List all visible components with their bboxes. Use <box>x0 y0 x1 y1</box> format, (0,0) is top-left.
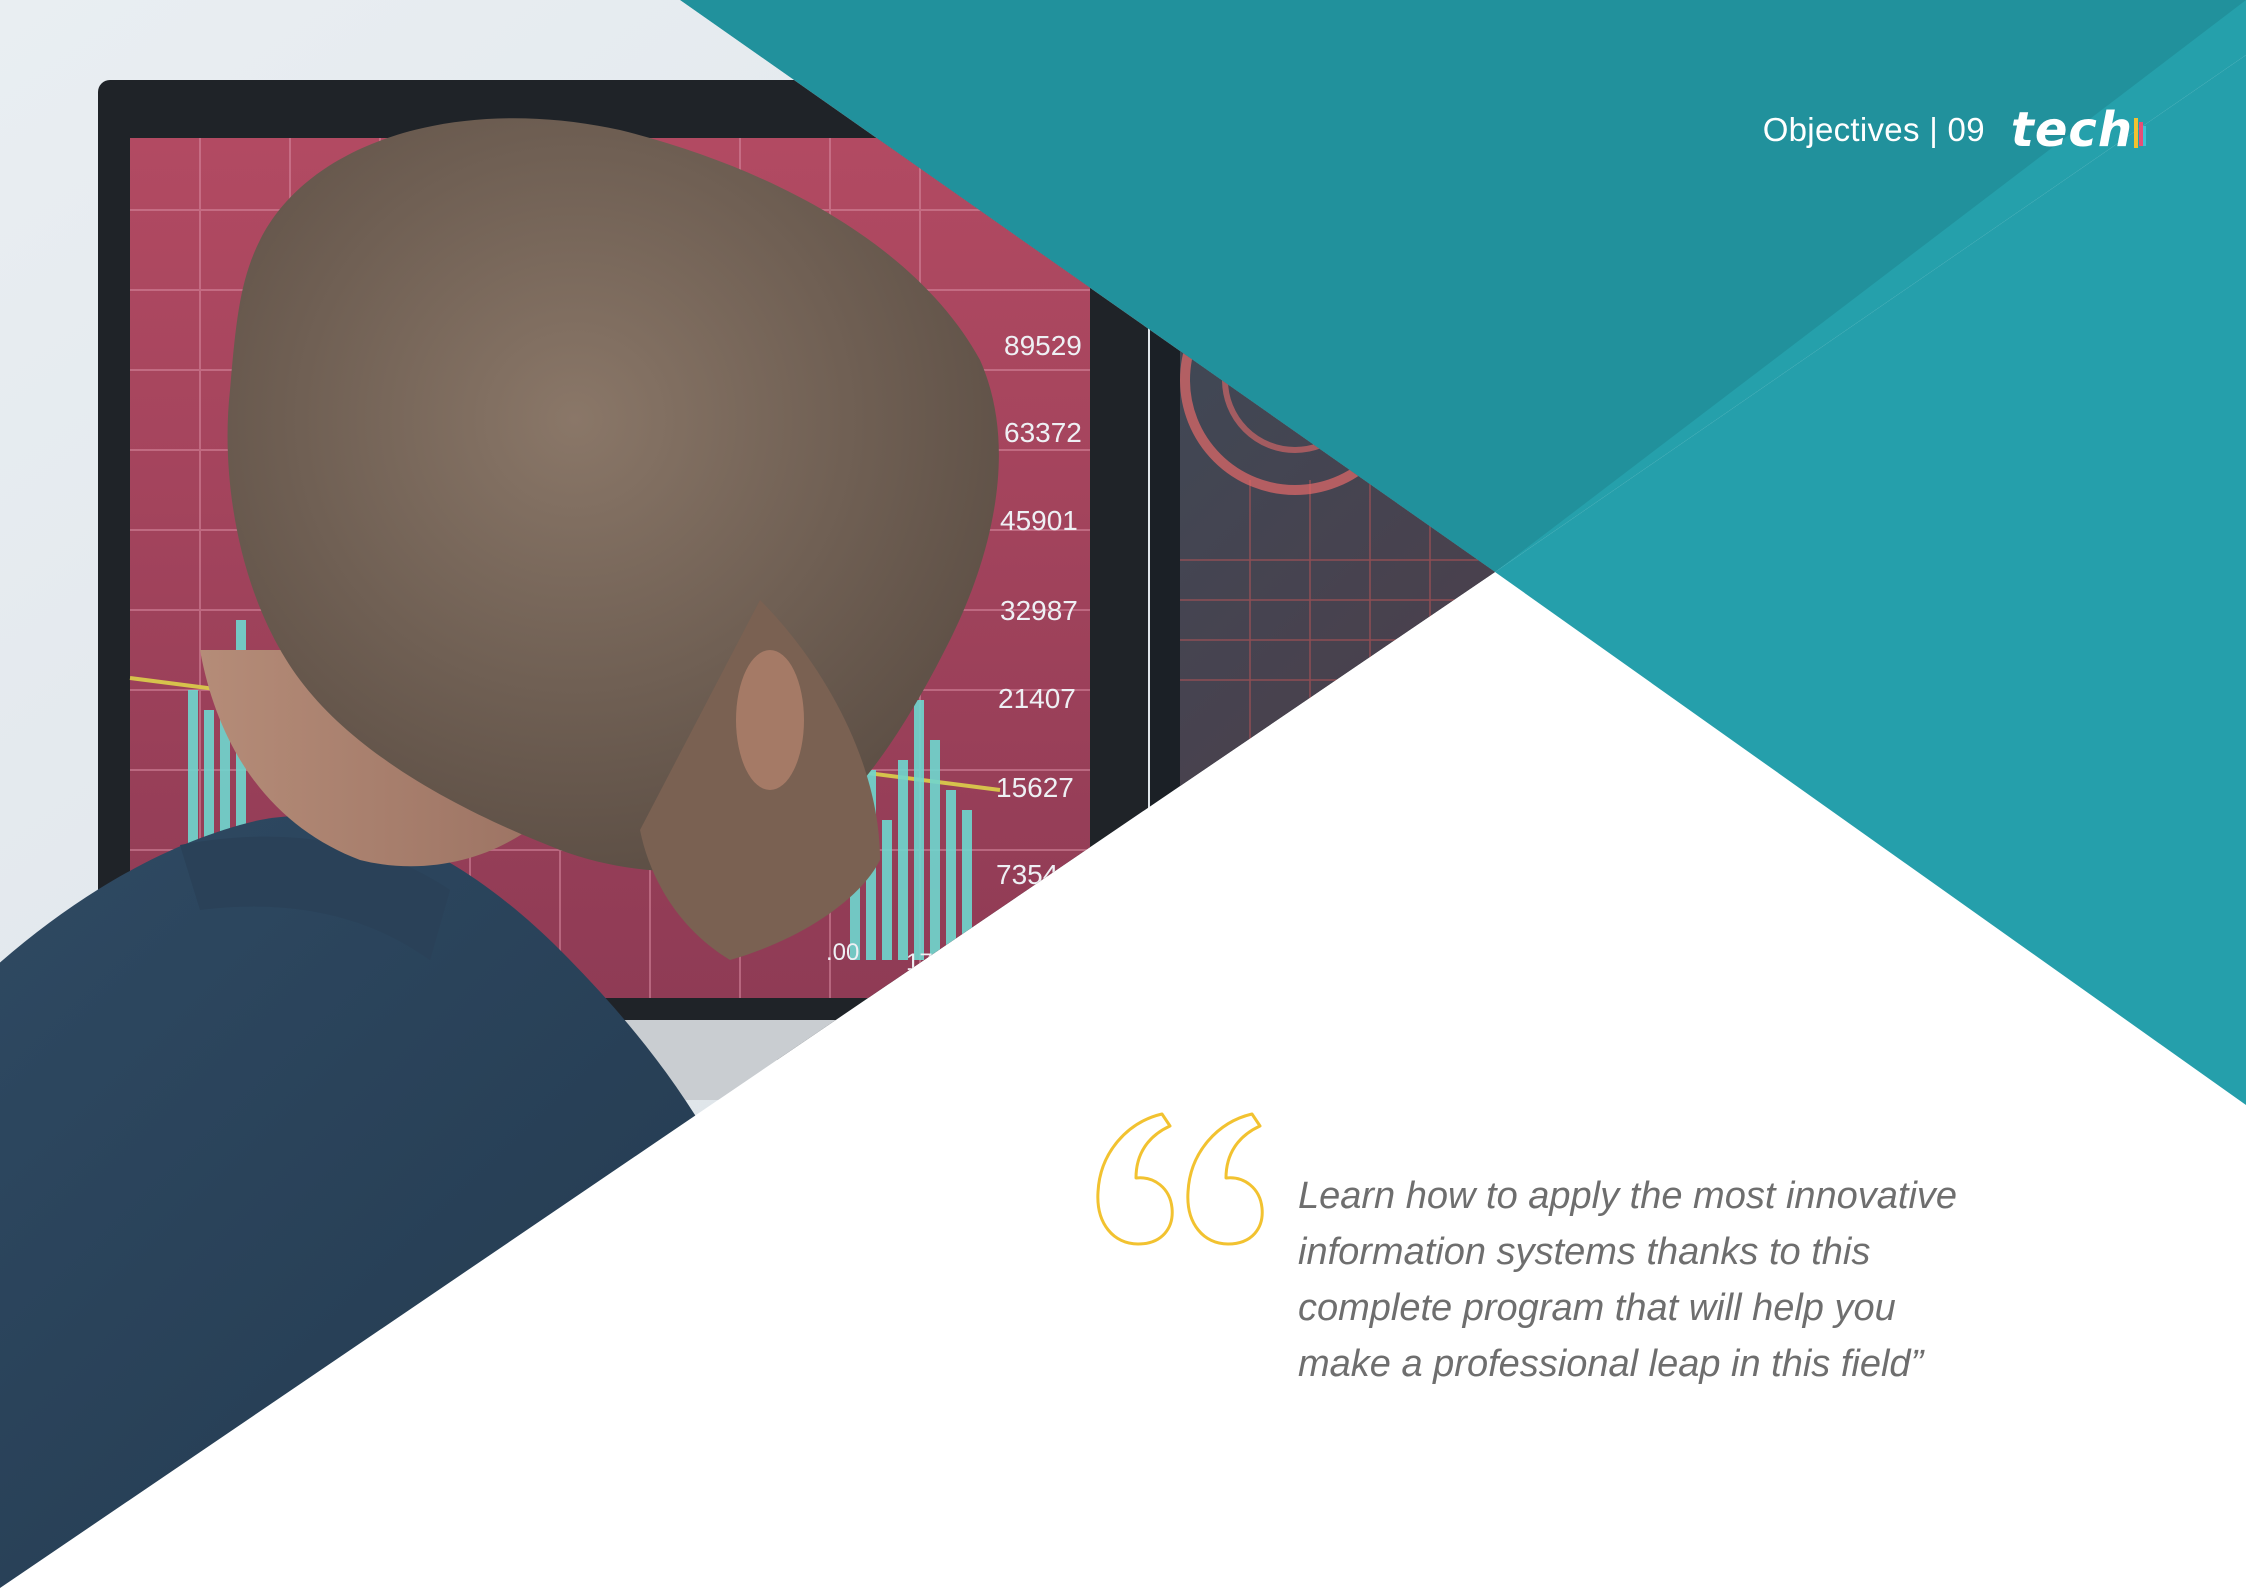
screen-axis-fragment: .00 <box>826 939 859 966</box>
screen-value: 45901 <box>1000 505 1078 536</box>
screen-value: 89529 <box>1004 330 1082 361</box>
logo-color-accent <box>2134 118 2146 148</box>
quote-text: Learn how to apply the most innovative i… <box>1298 1175 1958 1385</box>
page-header: Objectives | 09 tech <box>1762 106 2146 154</box>
section-label: Objectives | 09 <box>1762 111 1985 148</box>
screen-value: 7354 <box>996 859 1058 890</box>
screen-value: 63372 <box>1004 417 1082 448</box>
tech-logo: tech <box>2011 106 2146 154</box>
logo-text: tech <box>2010 102 2133 158</box>
screen-value: 15627 <box>996 772 1074 803</box>
quote-icon <box>1096 1112 1264 1246</box>
screen-axis-fragment: 17 <box>906 949 933 976</box>
screen-value: 21407 <box>998 683 1076 714</box>
screen-value: 32987 <box>1000 595 1078 626</box>
